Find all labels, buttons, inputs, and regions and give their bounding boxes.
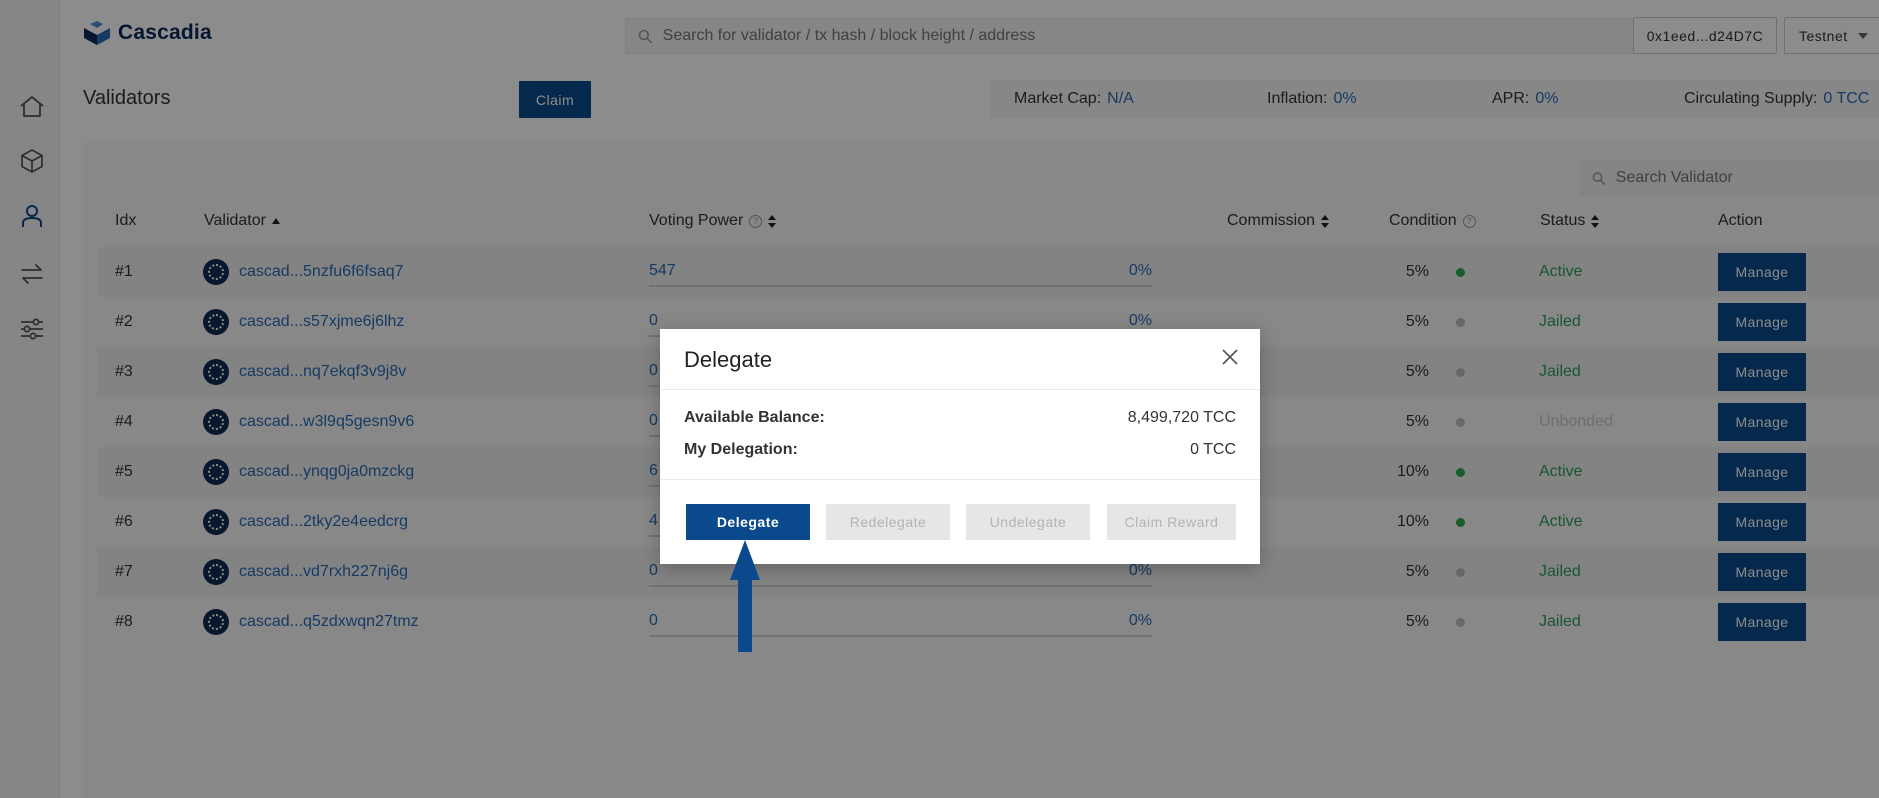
divider xyxy=(660,389,1260,390)
modal-title: Delegate xyxy=(684,347,773,372)
annotation-arrow-icon xyxy=(730,540,760,652)
my-delegation-row: My Delegation: 0 TCC xyxy=(684,441,1236,459)
redelegate-button[interactable]: Redelegate xyxy=(826,504,950,540)
divider xyxy=(660,479,1260,480)
available-balance-row: Available Balance: 8,499,720 TCC xyxy=(684,409,1236,427)
claim-reward-button[interactable]: Claim Reward xyxy=(1107,504,1236,540)
close-icon[interactable] xyxy=(1218,345,1242,369)
available-balance-value: 8,499,720 TCC xyxy=(1127,409,1236,426)
undelegate-button[interactable]: Undelegate xyxy=(966,504,1090,540)
delegate-modal: Delegate Available Balance: 8,499,720 TC… xyxy=(660,329,1260,564)
my-delegation-label: My Delegation: xyxy=(684,441,798,458)
delegate-button[interactable]: Delegate xyxy=(686,504,810,540)
my-delegation-value: 0 TCC xyxy=(1190,441,1236,458)
available-balance-label: Available Balance: xyxy=(684,409,825,426)
